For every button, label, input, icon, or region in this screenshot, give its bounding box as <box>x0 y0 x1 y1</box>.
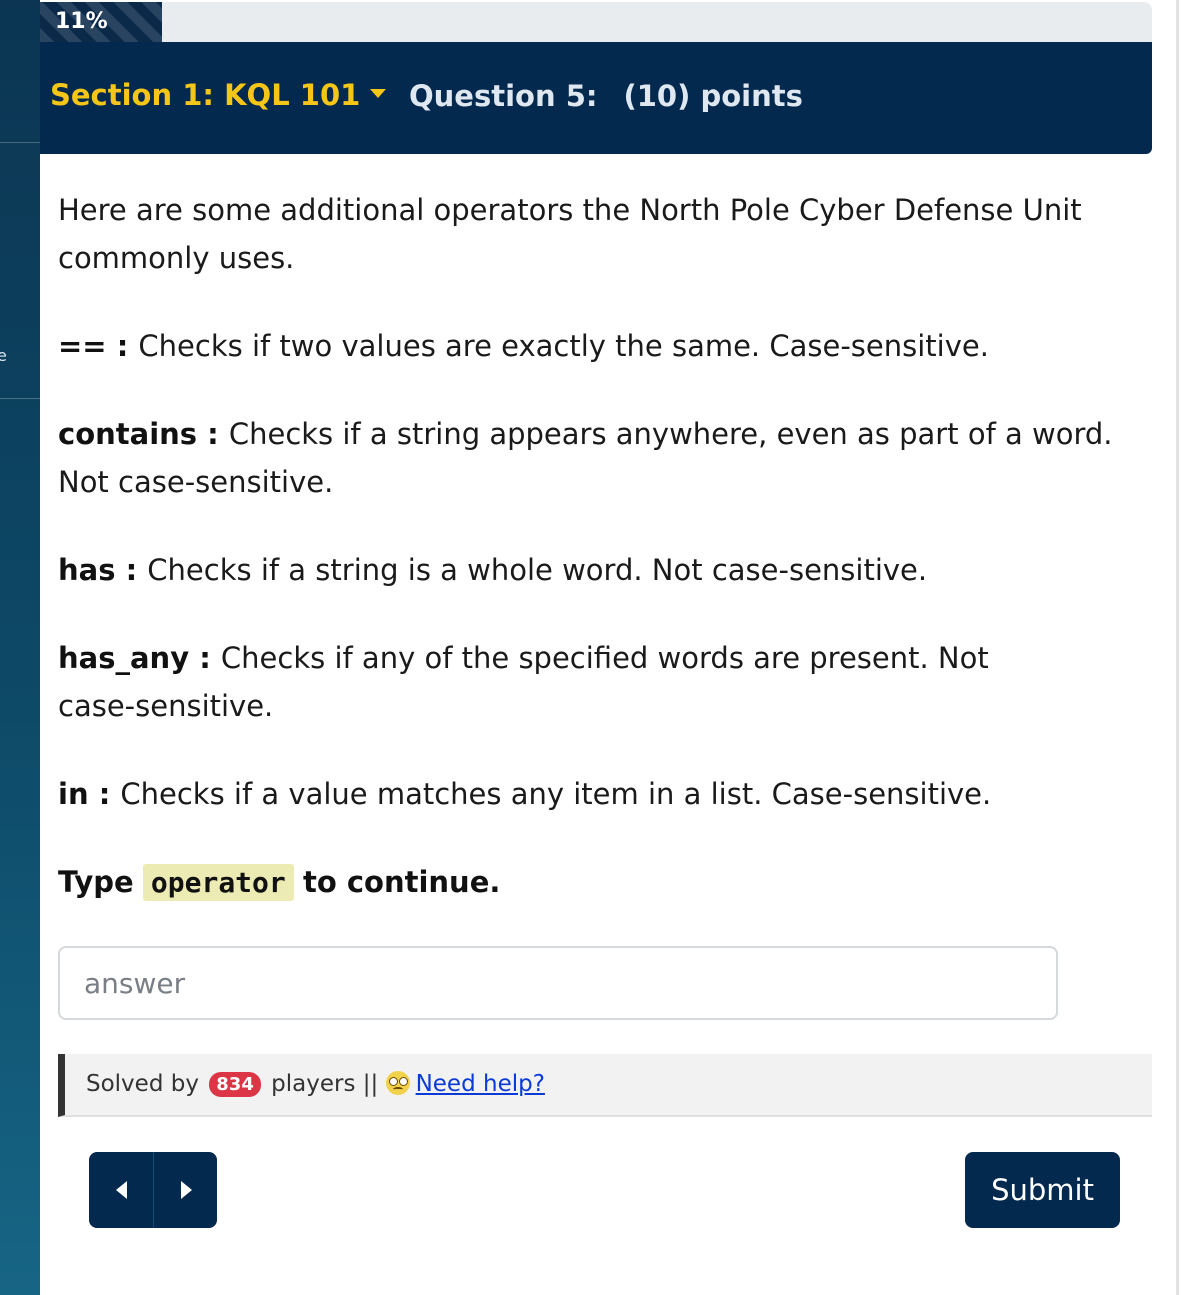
scrollbar-track[interactable] <box>1176 0 1179 1295</box>
operator-description: Checks if a value matches any item in a … <box>120 777 992 811</box>
operator-item: contains : Checks if a string appears an… <box>58 417 1113 499</box>
need-help-link[interactable]: Need help? <box>385 1071 545 1097</box>
operator-term: has_any <box>58 641 190 675</box>
instruction-text: Type operator to continue. <box>58 864 501 901</box>
intro-text: Here are some additional operators the N… <box>58 193 1082 275</box>
sidebar-divider <box>0 142 40 143</box>
question-header: Section 1: KQL 101 Question 5: (10) point… <box>40 42 1152 154</box>
previous-question-button[interactable] <box>89 1152 153 1228</box>
sidebar-divider <box>0 398 40 399</box>
operator-description: Checks if two values are exactly the sam… <box>138 329 989 363</box>
progress-fill: 11% <box>40 2 162 42</box>
solved-info: Solved by 834 players || Need help? <box>58 1054 1152 1117</box>
operator-item: == : Checks if two values are exactly th… <box>58 329 989 363</box>
progress-bar: 11% <box>40 2 1152 42</box>
divider: || <box>362 1071 379 1097</box>
left-sidebar-edge: e l <box>0 0 40 1295</box>
answer-input[interactable] <box>58 946 1058 1020</box>
caret-left-icon <box>116 1181 127 1199</box>
next-question-button[interactable] <box>153 1152 217 1228</box>
solved-count-badge: 834 <box>209 1072 261 1097</box>
required-keyword: operator <box>142 864 294 901</box>
operator-item: has_any : Checks if any of the specified… <box>58 641 989 723</box>
section-dropdown[interactable]: Section 1: KQL 101 <box>50 78 387 112</box>
sidebar-clipped-text: e <box>0 346 7 365</box>
question-body: Here are some additional operators the N… <box>40 186 1152 1295</box>
operator-term: == <box>58 329 107 363</box>
section-label: Section 1: KQL 101 <box>50 78 361 112</box>
sidebar-clipped-text: l <box>0 826 1 845</box>
operator-term: has <box>58 553 116 587</box>
submit-button[interactable]: Submit <box>965 1152 1120 1228</box>
operator-description: Checks if a string is a whole word. Not … <box>147 553 928 587</box>
question-title: Question 5: (10) points <box>409 79 803 113</box>
operator-term: in <box>58 777 89 811</box>
progress-label: 11% <box>55 9 108 34</box>
operator-item: has : Checks if a string is a whole word… <box>58 553 928 587</box>
operator-item: in : Checks if a value matches any item … <box>58 777 992 811</box>
operator-term: contains <box>58 417 198 451</box>
caret-right-icon <box>181 1181 192 1199</box>
question-number: Question 5: <box>409 79 598 113</box>
woozy-face-icon <box>385 1071 410 1095</box>
question-points: (10) points <box>623 79 803 113</box>
chevron-down-icon <box>370 88 387 98</box>
solved-suffix: players <box>271 1071 356 1097</box>
solved-prefix: Solved by <box>86 1071 199 1097</box>
